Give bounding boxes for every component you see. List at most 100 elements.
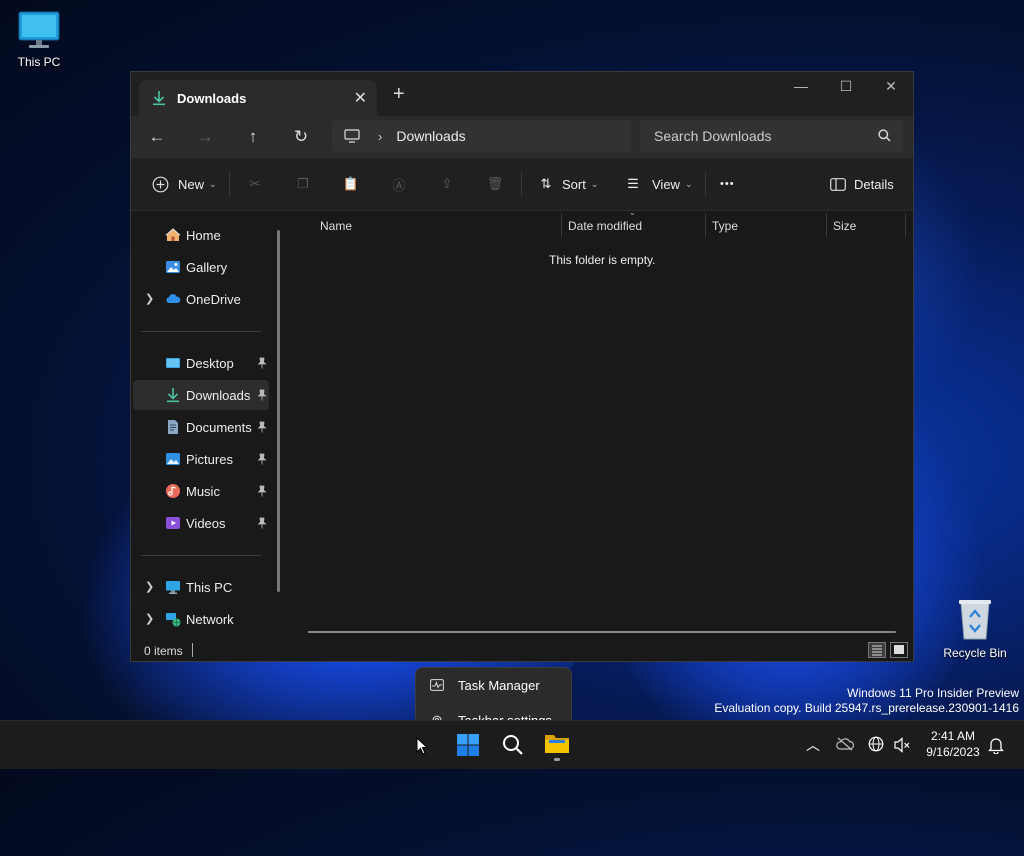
sidebar-item-network[interactable]: ❯ Network	[133, 604, 269, 634]
address-bar[interactable]: › Downloads	[332, 120, 631, 152]
new-button[interactable]: New ⌄	[151, 172, 217, 196]
monitor-icon	[18, 11, 60, 48]
gallery-icon	[166, 261, 180, 273]
taskbar: ︿ 2:41 AM 9/16/2023	[0, 720, 1024, 769]
rename-icon: Ⓐ	[392, 177, 406, 193]
details-pane-button[interactable]: Details	[829, 172, 894, 196]
download-icon	[153, 91, 165, 106]
breadcrumb-downloads[interactable]: Downloads	[396, 128, 465, 144]
sidebar-item-music[interactable]: Music	[133, 476, 269, 506]
column-divider[interactable]	[826, 213, 827, 237]
column-header-size[interactable]: Size	[833, 219, 856, 233]
delete-button[interactable]: 🗑	[486, 172, 504, 196]
sidebar-item-gallery[interactable]: Gallery	[133, 252, 269, 282]
sidebar-item-label: Home	[186, 228, 221, 243]
onedrive-offline-icon[interactable]	[836, 737, 854, 751]
search-placeholder: Search Downloads	[654, 128, 772, 144]
more-options-button[interactable]: •••	[720, 172, 735, 196]
desktop-icon-recycle-bin[interactable]: Recycle Bin	[939, 597, 1011, 660]
column-header-name[interactable]: Name	[320, 219, 352, 233]
chevron-up-icon[interactable]: ︿	[806, 735, 820, 755]
details-view-button[interactable]	[868, 642, 886, 658]
task-manager-icon	[430, 679, 444, 691]
clock-time: 2:41 AM	[930, 729, 976, 743]
tab-downloads[interactable]: Downloads ✕	[139, 80, 377, 116]
refresh-button[interactable]: ↻	[289, 125, 313, 149]
chevron-right-icon[interactable]: ❯	[145, 612, 154, 625]
copy-button[interactable]: ❐	[294, 172, 312, 196]
taskbar-context-menu: Task Manager Taskbar settings	[415, 667, 572, 721]
column-header-type[interactable]: Type	[712, 219, 738, 233]
sidebar-item-videos[interactable]: Videos	[133, 508, 269, 538]
sidebar-item-desktop[interactable]: Desktop	[133, 348, 269, 378]
clock[interactable]: 2:41 AM 9/16/2023	[918, 729, 988, 759]
pin-icon[interactable]	[257, 453, 267, 465]
column-divider[interactable]	[561, 213, 562, 237]
sidebar-divider	[141, 331, 261, 332]
search-taskbar-button[interactable]	[501, 733, 525, 757]
sidebar-item-documents[interactable]: Documents	[133, 412, 269, 442]
tiles-view-button[interactable]	[890, 642, 908, 658]
menu-item-taskbar-settings[interactable]: Taskbar settings	[416, 705, 571, 721]
pin-icon[interactable]	[257, 485, 267, 497]
sidebar-item-label: Music	[186, 484, 220, 499]
horizontal-scrollbar[interactable]	[308, 631, 896, 633]
pin-icon[interactable]	[257, 357, 267, 369]
menu-item-task-manager[interactable]: Task Manager	[416, 670, 571, 700]
monitor-icon	[166, 581, 180, 594]
cut-button[interactable]: ✂	[246, 172, 264, 196]
folder-icon	[545, 735, 569, 753]
breadcrumb-chevron-icon[interactable]: ›	[378, 129, 382, 144]
column-header-date-modified[interactable]: Date modified	[568, 219, 642, 233]
back-button[interactable]: ←	[145, 125, 169, 149]
chevron-right-icon[interactable]: ❯	[145, 292, 154, 305]
minimize-button[interactable]: —	[786, 78, 816, 94]
view-label: View	[652, 176, 680, 192]
sidebar-item-label: Documents	[186, 420, 252, 435]
network-icon	[166, 613, 181, 627]
cloud-icon	[166, 294, 181, 303]
close-window-button[interactable]: ✕	[876, 78, 906, 95]
sidebar-item-label: Pictures	[186, 452, 233, 467]
sort-button[interactable]: ⇅ Sort ⌄	[537, 172, 599, 196]
sidebar-item-label: Network	[186, 612, 234, 627]
chevron-right-icon[interactable]: ❯	[145, 580, 154, 593]
forward-button[interactable]: →	[193, 125, 217, 149]
windows-logo-icon	[457, 734, 479, 756]
paste-button[interactable]: 📋	[342, 172, 360, 196]
pin-icon[interactable]	[257, 389, 267, 401]
share-button[interactable]: ⇪	[438, 172, 456, 196]
pin-icon[interactable]	[257, 421, 267, 433]
recycle-bin-icon	[959, 600, 991, 640]
chevron-down-icon: ⌄	[590, 178, 599, 189]
desktop-icon-this-pc[interactable]: This PC	[3, 10, 75, 69]
sidebar-item-downloads[interactable]: Downloads	[133, 380, 269, 410]
close-tab-icon[interactable]: ✕	[354, 88, 367, 108]
column-divider[interactable]	[705, 213, 706, 237]
sidebar-item-home[interactable]: Home	[133, 220, 269, 250]
view-button[interactable]: ☰ View ⌄	[624, 172, 692, 196]
globe-icon[interactable]	[868, 736, 886, 754]
sort-label: Sort	[562, 176, 586, 192]
maximize-button[interactable]: ☐	[831, 78, 861, 95]
column-divider[interactable]	[905, 213, 906, 237]
title-bar[interactable]: Downloads ✕ + — ☐ ✕	[131, 72, 913, 116]
sidebar-item-label: Desktop	[186, 356, 234, 371]
file-explorer-taskbar-button[interactable]	[543, 731, 571, 761]
new-tab-button[interactable]: +	[393, 84, 405, 104]
volume-muted-icon[interactable]	[893, 736, 911, 754]
search-box[interactable]: Search Downloads	[640, 120, 903, 152]
watermark-line: Evaluation copy. Build 25947.rs_prerelea…	[714, 701, 1019, 715]
toolbar-divider	[521, 172, 522, 196]
sidebar-scrollbar[interactable]	[277, 230, 280, 592]
notification-bell-icon[interactable]	[988, 736, 1004, 754]
sidebar-item-this-pc[interactable]: ❯ This PC	[133, 572, 269, 602]
rename-button[interactable]: Ⓐ	[390, 172, 408, 196]
start-button[interactable]	[456, 733, 480, 757]
search-icon	[878, 129, 891, 142]
pin-icon[interactable]	[257, 517, 267, 529]
home-icon	[165, 228, 181, 241]
sidebar-item-pictures[interactable]: Pictures	[133, 444, 269, 474]
up-button[interactable]: ↑	[241, 125, 265, 149]
sidebar-item-onedrive[interactable]: ❯ OneDrive	[133, 284, 269, 314]
